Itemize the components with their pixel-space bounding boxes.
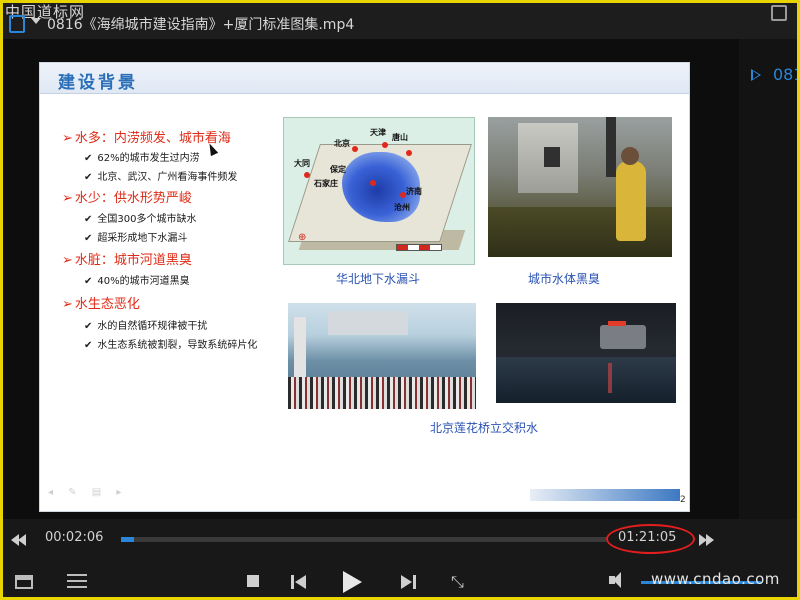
slide-footer-band (530, 489, 680, 501)
map-label: 大同 (294, 159, 310, 168)
caption-flood: 北京莲花桥立交积水 (430, 421, 539, 435)
map-marker (382, 142, 388, 148)
playlist-item[interactable]: 081 (773, 65, 797, 84)
current-time: 00:02:06 (45, 530, 104, 545)
map-marker (352, 146, 358, 152)
map-marker (370, 180, 376, 186)
menu-chevron-down-icon[interactable] (31, 18, 41, 24)
slide-page-number: 2 (680, 495, 686, 505)
video-area[interactable]: 建设背景 ➢ 水多：内涝频发、城市看海 ✔ 62%的城市发生过内涝 ✔ 北京、武汉、广… (3, 39, 739, 519)
volume-icon[interactable] (609, 572, 621, 588)
playlist-icon[interactable] (15, 575, 33, 589)
title-bar: 中国道标网 0816《海绵城市建设指南》+厦门标准图集.mp4 (3, 3, 797, 39)
bullet-item: ✔ 40%的城市河道黑臭 (84, 276, 190, 287)
caption-street: 城市水体黑臭 (528, 272, 601, 286)
flooded-river-photo (288, 303, 476, 409)
play-icon[interactable] (343, 571, 362, 593)
bullet-item: ✔ 水生态系统被割裂，导致系统碎片化 (84, 340, 258, 351)
seek-bar[interactable] (121, 537, 606, 542)
caption-map: 华北地下水漏斗 (336, 272, 421, 286)
flooded-underpass-photo (496, 303, 676, 403)
heading-water-shortage: ➢ 水少：供水形势严峻 (62, 191, 192, 206)
window-control-icon[interactable] (771, 5, 787, 21)
bullet-item: ✔ 超采形成地下水漏斗 (84, 233, 188, 244)
presentation-slide: 建设背景 ➢ 水多：内涝频发、城市看海 ✔ 62%的城市发生过内涝 ✔ 北京、武汉、广… (39, 62, 690, 512)
watermark-bottom: www.cndao.com (651, 570, 780, 588)
app-icon (9, 15, 25, 33)
map-marker (304, 172, 310, 178)
total-time: 01:21:05 (618, 530, 677, 545)
groundwater-funnel-map-image: 天津 唐山 北京 大同 保定 石家庄 济南 沧州 ⊕ (283, 117, 475, 265)
map-marker (406, 150, 412, 156)
window-title: 0816《海绵城市建设指南》+厦门标准图集.mp4 (47, 17, 355, 33)
player-window: 中国道标网 0816《海绵城市建设指南》+厦门标准图集.mp4 建设背景 ➢ 水多… (3, 3, 797, 597)
compass-icon: ⊕ (298, 232, 307, 243)
map-label: 保定 (330, 165, 346, 174)
fullscreen-icon[interactable]: ⤡ (451, 573, 469, 591)
bullet-item: ✔ 全国300多个城市缺水 (84, 214, 197, 225)
map-label: 唐山 (392, 133, 408, 142)
bullet-item: ✔ 水的自然循环规律被干扰 (84, 321, 208, 332)
heading-water-excess: ➢ 水多：内涝频发、城市看海 (62, 131, 231, 146)
map-label: 济南 (406, 187, 422, 196)
playing-indicator-icon (751, 69, 761, 81)
map-label: 北京 (334, 139, 350, 148)
settings-icon[interactable] (67, 574, 87, 590)
previous-icon[interactable] (291, 575, 307, 589)
stop-icon[interactable] (247, 575, 259, 587)
map-label: 沧州 (394, 203, 410, 212)
heading-water-pollution: ➢ 水脏：城市河道黑臭 (62, 253, 192, 268)
next-icon[interactable] (401, 575, 417, 589)
heading-water-ecology: ➢ 水生态恶化 (62, 297, 140, 312)
map-label: 石家庄 (314, 179, 338, 188)
slide-title: 建设背景 (58, 73, 138, 93)
bullet-item: ✔ 62%的城市发生过内涝 (84, 153, 200, 164)
playlist-panel: 081 (739, 39, 797, 553)
black-odorous-water-photo (488, 117, 672, 257)
map-label: 天津 (370, 128, 386, 137)
bullet-item: ✔ 北京、武汉、广州看海事件频发 (84, 172, 238, 183)
map-marker (400, 192, 406, 198)
slide-header: 建设背景 (40, 63, 689, 94)
slide-nav-icons: ◂ ✎ ▤ ▸ (48, 487, 128, 498)
seek-bar-progress (121, 537, 134, 542)
map-scale-bar (396, 244, 442, 251)
